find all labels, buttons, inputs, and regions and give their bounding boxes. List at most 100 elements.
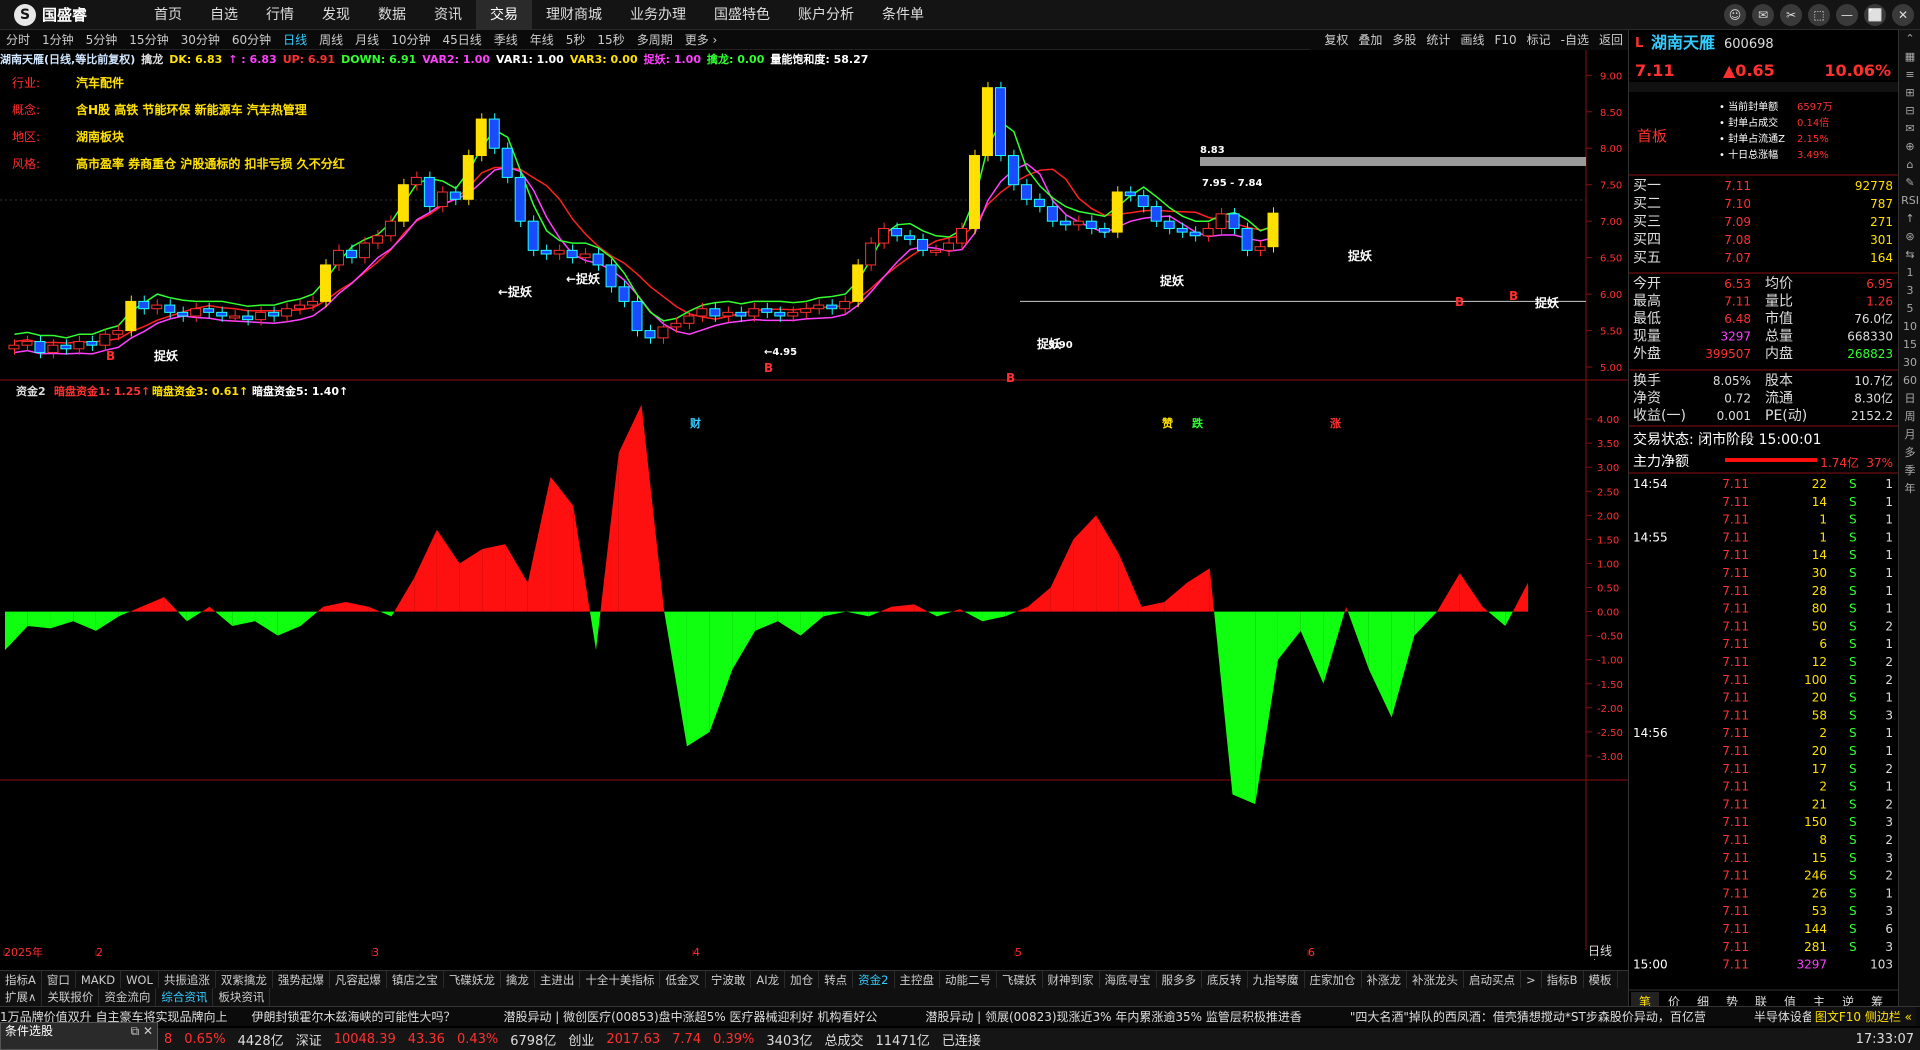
sidebar-button[interactable]: 5 (1899, 300, 1920, 318)
window-control-icon[interactable]: — (1836, 4, 1858, 26)
window-control-icon[interactable]: ✕ (1892, 4, 1914, 26)
tool-button[interactable]: 叠加 (1353, 30, 1387, 50)
period-tab[interactable]: 10分钟 (385, 30, 436, 50)
period-tab[interactable]: 更多 › (679, 30, 724, 50)
sidebar-button[interactable]: ⌃ (1899, 30, 1920, 48)
indicator-tab[interactable]: 加仓 (785, 971, 820, 988)
menu-item[interactable]: 国盛特色 (700, 0, 784, 30)
indicator-tab[interactable]: 财神到家 (1043, 971, 1100, 988)
period-tab[interactable]: 分时 (0, 30, 36, 50)
sidebar-button[interactable]: ▦ (1899, 48, 1920, 66)
menu-item[interactable]: 理财商城 (532, 0, 616, 30)
indicator-tab[interactable]: 共振追涨 (159, 971, 216, 988)
indicator-tab[interactable]: MAKD (76, 971, 122, 988)
period-tab[interactable]: 多周期 (631, 30, 679, 50)
menu-item[interactable]: 行情 (252, 0, 308, 30)
sidebar-button[interactable]: ≡ (1899, 66, 1920, 84)
sidebar-button[interactable]: 日 (1899, 390, 1920, 408)
period-tab[interactable]: 1分钟 (36, 30, 80, 50)
tool-button[interactable]: 多股 (1387, 30, 1421, 50)
indicator-tab[interactable]: 底反转 (1202, 971, 1248, 988)
period-tab[interactable]: 45日线 (436, 30, 487, 50)
sidebar-button[interactable]: 月 (1899, 426, 1920, 444)
menu-item[interactable]: 首页 (140, 0, 196, 30)
indicator-tab[interactable]: > (1521, 971, 1542, 988)
indicator-tab[interactable]: 飞碟妖龙 (444, 971, 501, 988)
period-tab[interactable]: 5分钟 (80, 30, 124, 50)
sidebar-button[interactable]: 1 (1899, 264, 1920, 282)
info-tab[interactable]: 板块资讯 (213, 988, 271, 1006)
sidebar-button[interactable]: ⊕ (1899, 138, 1920, 156)
info-tab[interactable]: 关联报价 (42, 988, 100, 1006)
indicator-tab[interactable]: 海底寻宝 (1100, 971, 1157, 988)
indicator-tab[interactable]: 启动买点 (1464, 971, 1521, 988)
sidebar-button[interactable]: ↑ (1899, 210, 1920, 228)
sidebar-button[interactable]: ⊞ (1899, 84, 1920, 102)
menu-item[interactable]: 业务办理 (616, 0, 700, 30)
sidebar-button[interactable]: ⇆ (1899, 246, 1920, 264)
sidebar-button[interactable]: RSI (1899, 192, 1920, 210)
indicator-tab[interactable]: 擒龙 (501, 971, 535, 988)
info-tab[interactable]: 资金流向 (99, 988, 157, 1006)
sidebar-button[interactable]: ✉ (1899, 120, 1920, 138)
sidebar-button[interactable]: 60 (1899, 372, 1920, 390)
tool-button[interactable]: 画线 (1455, 30, 1489, 50)
indicator-tab[interactable]: 指标A (0, 971, 42, 988)
window-control-icon[interactable]: ⬜ (1864, 4, 1886, 26)
sidebar-button[interactable]: 30 (1899, 354, 1920, 372)
period-tab[interactable]: 15分钟 (123, 30, 174, 50)
tool-button[interactable]: 标记 (1522, 30, 1556, 50)
indicator-tab[interactable]: 主进出 (535, 971, 581, 988)
indicator-tab[interactable]: 资金2 (853, 971, 895, 988)
sidebar-button[interactable]: ⌂ (1899, 156, 1920, 174)
menu-item[interactable]: 发现 (308, 0, 364, 30)
indicator-tab[interactable]: 镇店之宝 (387, 971, 444, 988)
news-ticker[interactable]: 1万品牌价值双升 自主豪车将实现品牌向上 伊朗封锁霍尔木兹海峡的可能性大吗？ 潜… (0, 1006, 1920, 1026)
menu-item[interactable]: 条件单 (868, 0, 938, 30)
cond-controls[interactable]: ⧉ ✕ (131, 1023, 157, 1039)
condition-window[interactable]: 条件选股 ⧉ ✕ (0, 1022, 158, 1050)
indicator-tab[interactable]: 强势起爆 (273, 971, 330, 988)
window-control-icon[interactable]: ☺ (1724, 4, 1746, 26)
window-control-icon[interactable]: ✉ (1752, 4, 1774, 26)
menu-item[interactable]: 交易 (476, 0, 532, 30)
indicator-tab[interactable]: 动能二号 (940, 971, 997, 988)
sidebar-button[interactable]: 15 (1899, 336, 1920, 354)
indicator-tab[interactable]: 庄家加仓 (1305, 971, 1362, 988)
menu-item[interactable]: 数据 (364, 0, 420, 30)
indicator-tab[interactable]: 凡容起爆 (330, 971, 387, 988)
window-control-icon[interactable]: ⬚ (1808, 4, 1830, 26)
chart-area[interactable]: 9.00 8.50 8.00 7.50 7.00 6.50 6.00 5.50 5.00 8.83… (0, 50, 1628, 969)
period-tab[interactable]: 15秒 (591, 30, 630, 50)
period-tab[interactable]: 年线 (524, 30, 560, 50)
period-tab[interactable]: 月线 (349, 30, 385, 50)
tool-button[interactable]: F10 (1489, 30, 1521, 50)
indicator-tab[interactable]: 主控盘 (895, 971, 940, 988)
indicator-tab[interactable]: 低金叉 (660, 971, 706, 988)
period-tab[interactable]: 周线 (313, 30, 349, 50)
tool-button[interactable]: -自选 (1556, 30, 1594, 50)
indicator-tab[interactable]: 补涨龙 (1362, 971, 1407, 988)
indicator-tab[interactable]: 服多多 (1157, 971, 1202, 988)
sidebar-button[interactable]: 周 (1899, 408, 1920, 426)
sidebar-button[interactable]: 10 (1899, 318, 1920, 336)
menu-item[interactable]: 资讯 (420, 0, 476, 30)
tool-button[interactable]: 复权 (1319, 30, 1353, 50)
sidebar-button[interactable]: 多 (1899, 444, 1920, 462)
indicator-tab[interactable]: 十全十美指标 (580, 971, 661, 988)
indicator-tab[interactable]: 飞碟妖 (997, 971, 1043, 988)
sidebar-button[interactable]: ⊛ (1899, 228, 1920, 246)
indicator-tab[interactable]: 补涨龙头 (1407, 971, 1464, 988)
indicator-tab[interactable]: 窗口 (42, 971, 76, 988)
period-tab[interactable]: 季线 (488, 30, 524, 50)
sidebar-button[interactable]: ✎ (1899, 174, 1920, 192)
window-control-icon[interactable]: ✂ (1780, 4, 1802, 26)
f10-sidebar-tab[interactable]: 图文F10 侧边栏 « (1810, 1007, 1916, 1026)
sidebar-button[interactable]: 季 (1899, 462, 1920, 480)
indicator-tab[interactable]: 模板 (1584, 971, 1618, 988)
news-text[interactable]: 1万品牌价值双升 自主豪车将实现品牌向上 伊朗封锁霍尔木兹海峡的可能性大吗？ 潜… (0, 1010, 1898, 1024)
period-tab[interactable]: 60分钟 (226, 30, 277, 50)
menu-item[interactable]: 自选 (196, 0, 252, 30)
indicator-tab[interactable]: 转点 (819, 971, 854, 988)
menu-item[interactable]: 账户分析 (784, 0, 868, 30)
